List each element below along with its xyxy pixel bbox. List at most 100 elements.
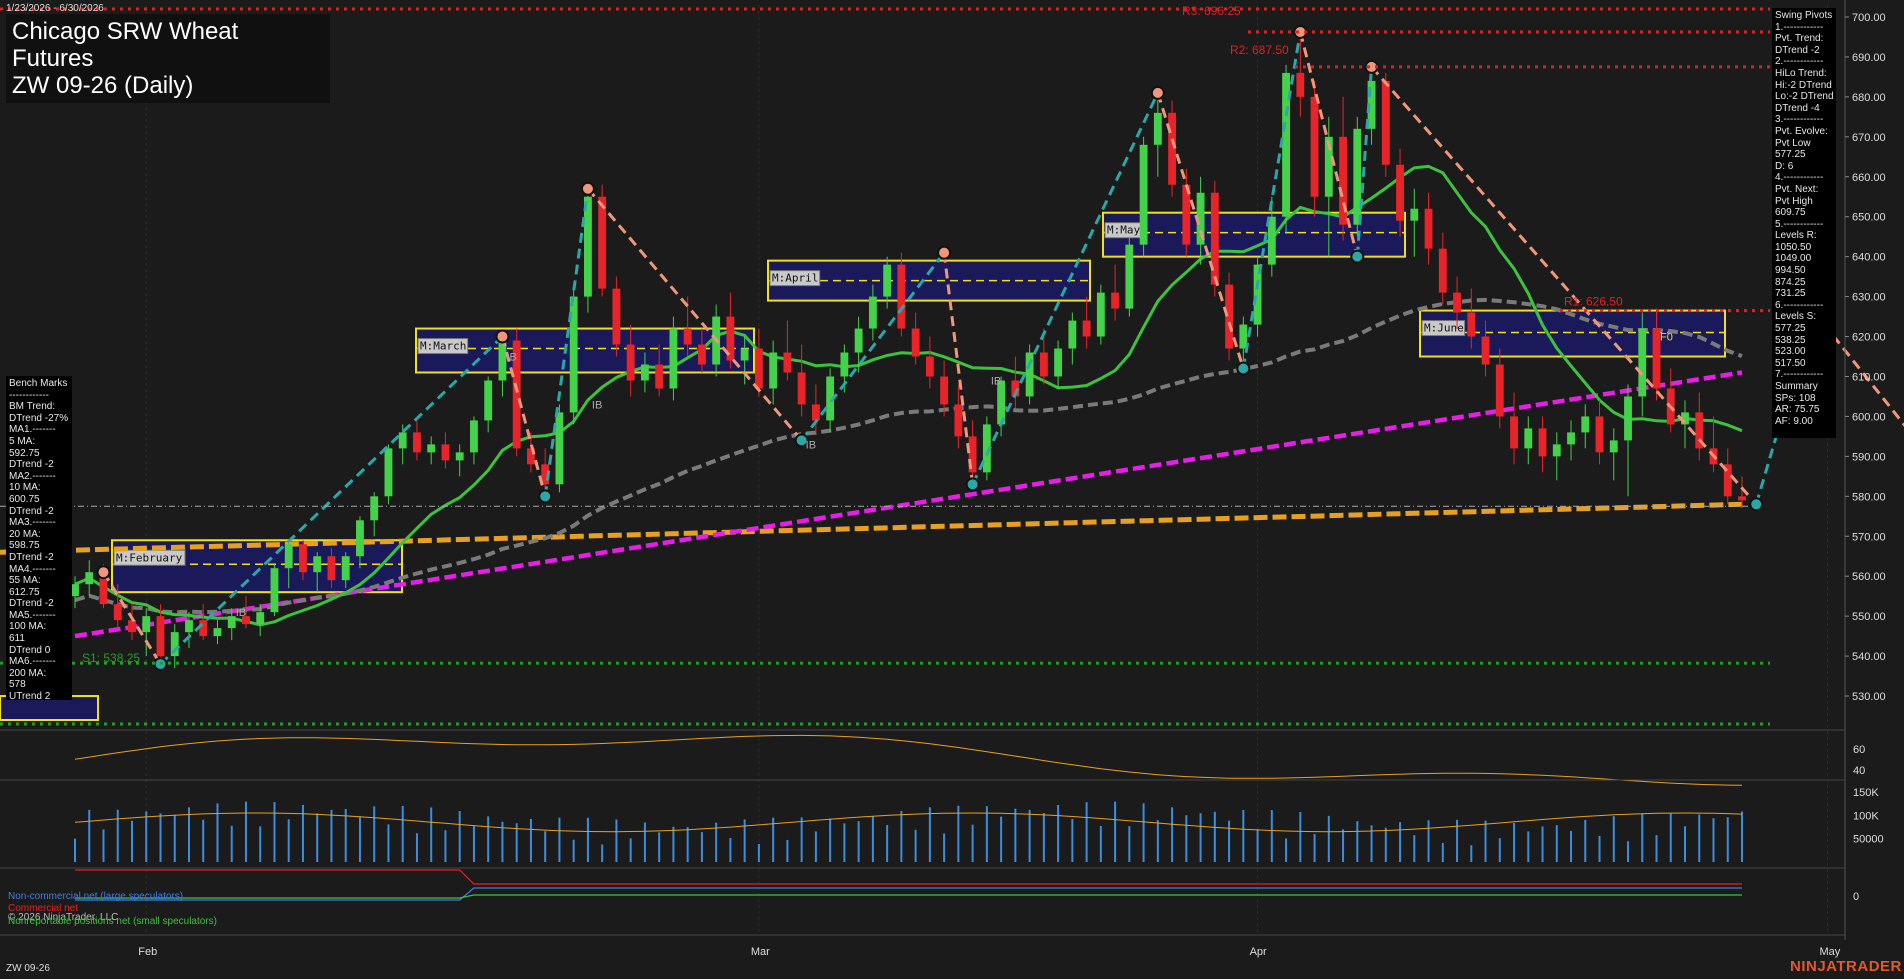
candle-body bbox=[1039, 352, 1048, 377]
y-tick-label: 590.00 bbox=[1852, 451, 1886, 463]
candle-body bbox=[854, 328, 863, 353]
swing-pivots-panel: Swing Pivots 1.------------ Pvt. Trend: DTr… bbox=[1772, 8, 1836, 438]
legend-noncommercial: Non-commercial net (large speculators) bbox=[8, 891, 184, 902]
bench-marks-line: DTrend -27% bbox=[9, 412, 69, 424]
candle-body bbox=[1396, 164, 1404, 221]
candle-body bbox=[626, 344, 635, 381]
chart-subtitle: ZW 09-26 (Daily) bbox=[12, 72, 194, 99]
x-tick-label: Feb bbox=[138, 946, 157, 958]
candle-body bbox=[128, 620, 136, 633]
swing-pivots-line: 1049.00 bbox=[1775, 253, 1812, 265]
bench-marks-line: 200 MA: bbox=[9, 667, 47, 679]
candle-body bbox=[1567, 432, 1575, 445]
x-tick-label: Apr bbox=[1250, 946, 1267, 958]
bench-marks-line: 598.75 bbox=[9, 540, 40, 552]
bench-marks-line: 10 MA: bbox=[9, 482, 41, 494]
candle-body bbox=[1609, 440, 1618, 453]
swing-pivot-marker bbox=[538, 489, 553, 504]
candle-body bbox=[1738, 496, 1746, 501]
swing-pivot-marker bbox=[937, 245, 952, 260]
swing-leg bbox=[1241, 31, 1302, 369]
ma-100-line bbox=[74, 370, 1743, 639]
candle-body bbox=[1296, 72, 1305, 97]
swing-pivots-line: 731.25 bbox=[1775, 288, 1806, 300]
swing-pivots-line: DTrend -4 bbox=[1775, 102, 1820, 114]
level-label: R2: 687.50 bbox=[1230, 43, 1289, 57]
candle-body bbox=[270, 568, 279, 613]
ib-marker: IB bbox=[806, 439, 816, 451]
swing-pivot-marker bbox=[1236, 361, 1251, 376]
swing-pivots-line: 577.25 bbox=[1775, 149, 1806, 161]
candle-body bbox=[954, 404, 963, 437]
legend-nonreportable: Nonreportable positions net (small specu… bbox=[8, 916, 217, 927]
month-box-label: M:April bbox=[772, 272, 818, 285]
bench-marks-line: 20 MA: bbox=[9, 528, 41, 540]
swing-pivots-line: 517.50 bbox=[1775, 357, 1806, 369]
ib-marker: IB bbox=[236, 607, 246, 619]
bench-marks-line: MA1.------- bbox=[9, 424, 56, 436]
y-tick-label: 690.00 bbox=[1852, 52, 1886, 64]
chart-title-box: Chicago SRW Wheat Futures ZW 09-26 (Dail… bbox=[6, 14, 330, 103]
candle-body bbox=[498, 340, 507, 381]
candle-body bbox=[868, 296, 877, 329]
candle-body bbox=[398, 432, 407, 449]
swing-pivots-line: Pvt High bbox=[1775, 195, 1813, 207]
x-tick-label: Mar bbox=[751, 946, 770, 958]
candle-body bbox=[697, 344, 706, 365]
y-tick-label: 560.00 bbox=[1852, 571, 1886, 583]
swing-pivot-marker bbox=[1749, 497, 1764, 512]
bench-marks-line: Bench Marks bbox=[9, 378, 68, 389]
candle-body bbox=[1139, 144, 1148, 245]
candle-body bbox=[1552, 444, 1561, 457]
month-box-label: M:May bbox=[1107, 224, 1140, 237]
swing-pivots-line: 577.25 bbox=[1775, 323, 1806, 335]
bench-marks-line: 600.75 bbox=[9, 493, 40, 505]
bench-marks-line: MA3.------- bbox=[9, 517, 56, 529]
swing-pivots-line: Summary bbox=[1775, 381, 1818, 392]
ib-marker: IB bbox=[506, 352, 516, 364]
candle-body bbox=[1310, 96, 1319, 197]
swing-pivots-line: AR: 75.75 bbox=[1775, 404, 1820, 416]
candle-body bbox=[1381, 80, 1390, 165]
candle-body bbox=[1524, 428, 1533, 449]
candle-body bbox=[1054, 348, 1063, 377]
month-box-label: M:March bbox=[420, 340, 466, 353]
swing-pivot-marker bbox=[1150, 85, 1165, 100]
bench-marks-line: 100 MA: bbox=[9, 621, 47, 633]
candle-body bbox=[327, 556, 336, 581]
candle-body bbox=[940, 376, 949, 405]
swing-pivots-line: 874.25 bbox=[1775, 276, 1806, 288]
swing-pivots-line: 3.------------ bbox=[1775, 114, 1824, 126]
y-tick-label: 530.00 bbox=[1852, 691, 1886, 703]
swing-pivots-line: 1050.50 bbox=[1775, 241, 1812, 253]
chart-title: Chicago SRW Wheat Futures bbox=[12, 18, 239, 72]
swing-pivots-line: 994.50 bbox=[1775, 265, 1806, 277]
bench-marks-line: ------------ bbox=[9, 389, 49, 401]
bench-marks-line: BM Trend: bbox=[9, 401, 56, 413]
commercial-net-line bbox=[75, 869, 1742, 885]
swing-pivots-line: 2.------------ bbox=[1775, 56, 1824, 68]
bench-marks-line: DTrend 0 bbox=[9, 644, 51, 656]
price-chart[interactable]: M:February M:March M:April M:May M:June IB IB… bbox=[0, 0, 1904, 979]
candle-body bbox=[783, 352, 792, 373]
candle-body bbox=[299, 544, 307, 573]
candle-body bbox=[384, 448, 393, 497]
cot-tick-label: 0 bbox=[1853, 891, 1859, 903]
swing-pivots-line: 538.25 bbox=[1775, 334, 1806, 346]
swing-pivots-line: AF: 9.00 bbox=[1775, 415, 1813, 427]
candle-body bbox=[256, 612, 265, 625]
candle-body bbox=[1595, 416, 1604, 453]
swing-pivots-line: SPs: 108 bbox=[1775, 392, 1816, 404]
candle-body bbox=[470, 420, 478, 453]
candle-body bbox=[185, 620, 193, 633]
candle-body bbox=[1068, 320, 1077, 349]
swing-pivot-marker bbox=[580, 181, 595, 196]
candle-body bbox=[612, 288, 621, 345]
candle-body bbox=[1581, 416, 1590, 433]
month-box bbox=[1419, 309, 1726, 358]
swing-pivot-marker bbox=[96, 565, 111, 580]
y-tick-label: 680.00 bbox=[1852, 92, 1886, 104]
level-lines: R3: 696.25 R2: 687.50 R1: 626.50 S1: 538.25 bbox=[0, 4, 1770, 726]
candle-body bbox=[284, 544, 293, 569]
candle-body bbox=[1125, 244, 1134, 309]
